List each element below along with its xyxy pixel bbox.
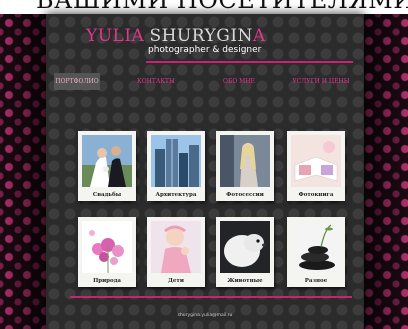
footer-email-link[interactable]: shurygina.yulia@mail.ru: [46, 313, 364, 318]
top-cropped-text-strip: ВАШИМИ ПОСЕТИТЕЛЯМИ РОЛЬ: [0, 0, 408, 14]
animals-photo-icon: [220, 221, 270, 273]
nav-item-services[interactable]: Услуги и цены: [286, 73, 356, 90]
footer-divider: [70, 296, 352, 298]
nav-item-contacts[interactable]: Контакты: [128, 73, 184, 90]
photoshoot-photo-icon: [220, 135, 270, 187]
nav-item-about[interactable]: Обо мне: [212, 73, 266, 90]
site-logo[interactable]: YULIA SHURYGINA: [86, 26, 266, 46]
gallery-tile-wedding[interactable]: Свадьбы: [78, 131, 136, 201]
gallery-tile-photoshoot[interactable]: Фотосессии: [216, 131, 274, 201]
logo-last-name-accent: A: [252, 26, 266, 46]
gallery-caption: Свадьбы: [92, 192, 122, 198]
gallery-caption: Фотокнига: [298, 192, 334, 198]
gallery-caption: Дети: [168, 278, 184, 284]
misc-photo-icon: [291, 221, 341, 273]
children-photo-icon: [151, 221, 201, 273]
gallery-caption: Природа: [93, 278, 121, 284]
gallery-tile-animals[interactable]: Животные: [216, 217, 274, 287]
photobook-photo-icon: [291, 135, 341, 187]
gallery-caption: Архитектура: [155, 192, 197, 198]
gallery-caption: Животные: [227, 278, 263, 284]
gallery-tile-nature[interactable]: Природа: [78, 217, 136, 287]
gallery-tile-photobook[interactable]: Фотокнига: [287, 131, 345, 201]
nature-photo-icon: [82, 221, 132, 273]
cropped-heading: ВАШИМИ ПОСЕТИТЕЛЯМИ РОЛЬ: [36, 0, 408, 14]
gallery-tile-misc[interactable]: Разное: [287, 217, 345, 287]
nav-item-portfolio[interactable]: Портфолио: [54, 73, 100, 90]
main-panel: YULIA SHURYGINA photographer & designer …: [46, 14, 364, 329]
logo-last-name: SHURYGINA: [149, 26, 265, 46]
gallery-caption: Фотосессии: [226, 192, 264, 198]
architecture-photo-icon: [151, 135, 201, 187]
gallery-tile-children[interactable]: Дети: [147, 217, 205, 287]
gallery-caption: Разное: [304, 278, 328, 284]
logo-last-name-main: SHURYGIN: [149, 26, 253, 46]
logo-first-name: YULIA: [86, 26, 145, 46]
header-divider: [146, 61, 353, 63]
tagline: photographer & designer: [148, 45, 262, 55]
main-nav: Портфолио Контакты Обо мне Услуги и цены: [46, 73, 364, 90]
wedding-photo-icon: [82, 135, 132, 187]
gallery-tile-architecture[interactable]: Архитектура: [147, 131, 205, 201]
